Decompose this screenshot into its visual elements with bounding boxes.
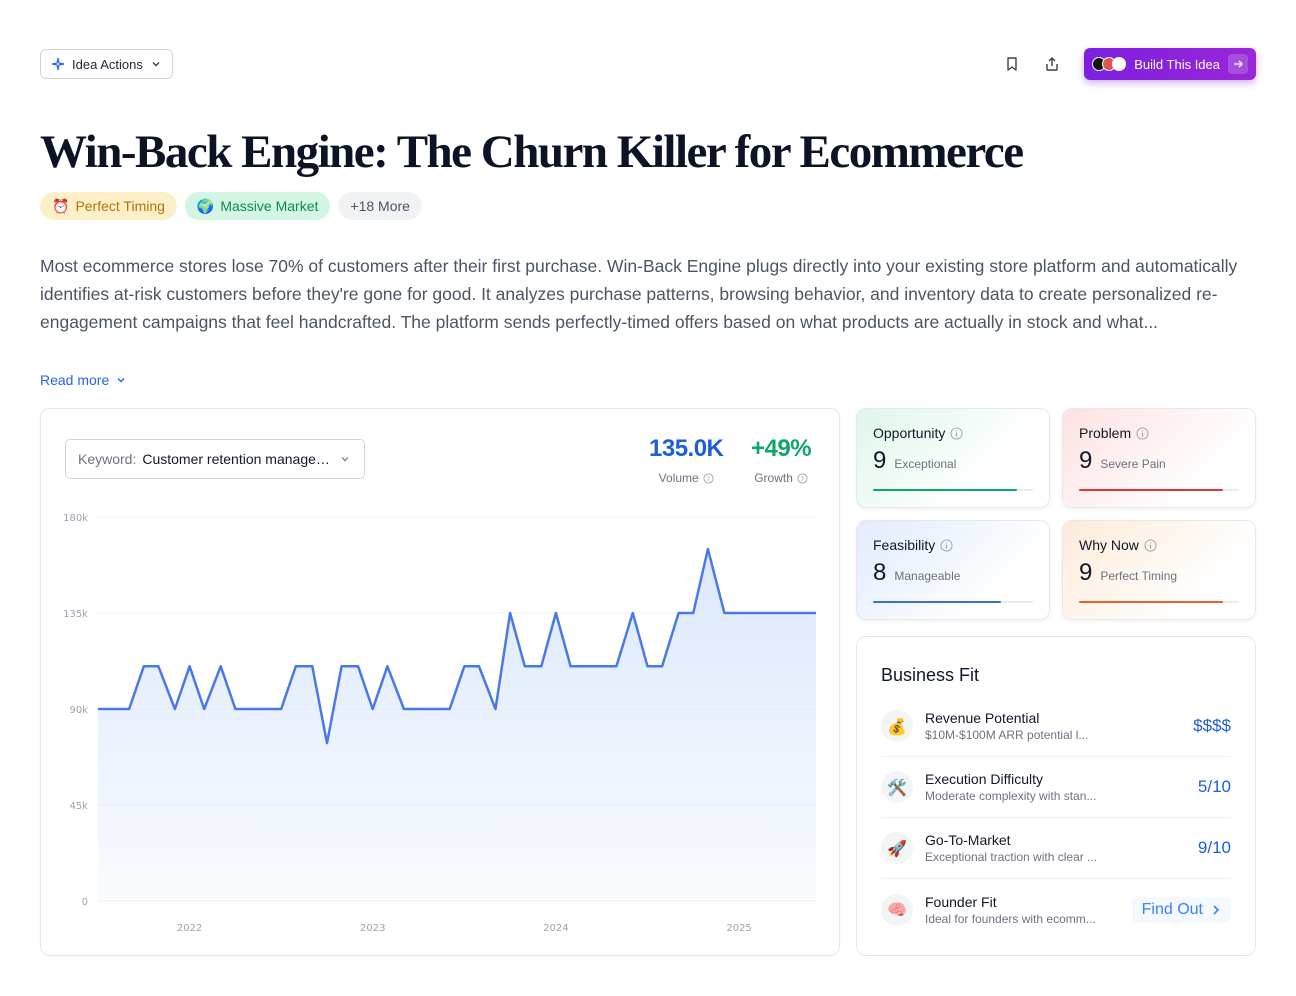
score-bar xyxy=(1079,489,1239,491)
fit-row-revenue-potential[interactable]: 💰 Revenue Potential $10M-$100M ARR potent… xyxy=(881,696,1231,757)
idea-actions-button[interactable]: Idea Actions xyxy=(40,49,173,79)
score-bar xyxy=(1079,601,1239,603)
alarm-clock-icon: ⏰ xyxy=(52,197,70,214)
y-tick-label: 0 xyxy=(82,897,88,908)
arrow-right-icon xyxy=(1228,54,1248,74)
score-card-opportunity[interactable]: Opportunity 9 Exceptional xyxy=(856,408,1050,508)
tag-label: Perfect Timing xyxy=(75,198,165,214)
trend-chart-card: Keyword: Customer retention management 1… xyxy=(40,408,840,956)
chevron-down-icon xyxy=(117,378,125,383)
fit-name: Founder Fit xyxy=(925,893,997,910)
score-bar-fill xyxy=(1079,601,1223,603)
y-tick-label: 45k xyxy=(69,801,88,812)
score-value: 9 xyxy=(1079,559,1093,586)
score-label: Why Now xyxy=(1079,537,1139,553)
tag-list: ⏰ Perfect Timing 🌍 Massive Market +18 Mo… xyxy=(40,192,422,220)
fit-row-execution-difficulty[interactable]: 🛠️ Execution Difficulty Moderate complexi… xyxy=(881,757,1231,818)
money-bag-icon: 💰 xyxy=(881,710,913,742)
read-more-label: Read more xyxy=(40,372,110,388)
fit-name: Execution Difficulty xyxy=(925,771,1044,787)
score-card-problem[interactable]: Problem 9 Severe Pain xyxy=(1062,408,1256,508)
fit-row-go-to-market[interactable]: 🚀 Go-To-Market Exceptional traction with … xyxy=(881,818,1231,879)
avatar xyxy=(1112,57,1127,71)
sparkle-icon xyxy=(51,57,65,71)
score-bar-fill xyxy=(1079,489,1223,491)
series-area xyxy=(98,549,816,901)
fit-name: Revenue Potential xyxy=(925,710,1040,726)
read-more-link[interactable]: Read more xyxy=(40,372,127,388)
fit-name: Go-To-Market xyxy=(925,832,1011,848)
chevron-right-icon xyxy=(1213,904,1220,915)
fit-desc: Exceptional traction with clear ... xyxy=(925,850,1098,864)
page-title: Win-Back Engine: The Churn Killer for Ec… xyxy=(40,126,1024,178)
tag-label: Massive Market xyxy=(220,198,319,214)
score-card-why-now[interactable]: Why Now 9 Perfect Timing xyxy=(1062,520,1256,620)
share-button[interactable] xyxy=(1036,48,1068,80)
build-this-idea-button[interactable]: Build This Idea xyxy=(1084,48,1256,80)
score-card-feasibility[interactable]: Feasibility 8 Manageable xyxy=(856,520,1050,620)
score-label: Feasibility xyxy=(873,537,936,553)
info-icon[interactable] xyxy=(1136,426,1149,440)
score-bar-fill xyxy=(873,601,1001,603)
fit-desc: Moderate complexity with stan... xyxy=(925,789,1097,803)
info-icon[interactable] xyxy=(940,538,953,552)
business-fit-card: Business Fit 💰 Revenue Potential $10M-$10… xyxy=(856,636,1256,956)
fit-row-founder-fit[interactable]: 🧠 Founder Fit Ideal for founders with eco… xyxy=(881,879,1231,940)
info-icon[interactable] xyxy=(1144,538,1157,552)
chevron-down-icon xyxy=(152,62,160,67)
score-bar-fill xyxy=(873,489,1017,491)
fit-value: 9/10 xyxy=(1197,838,1231,857)
tag-massive-market[interactable]: 🌍 Massive Market xyxy=(184,192,331,220)
business-fit-title: Business Fit xyxy=(881,665,980,685)
y-tick-label: 135k xyxy=(63,609,88,620)
score-value: 9 xyxy=(1079,447,1093,474)
find-out-link[interactable]: Find Out xyxy=(1131,896,1231,923)
build-label: Build This Idea xyxy=(1134,56,1220,72)
x-tick-label: 2024 xyxy=(543,923,568,934)
score-rating: Exceptional xyxy=(894,457,957,471)
y-tick-label: 180k xyxy=(63,513,88,524)
builder-avatars xyxy=(1092,57,1127,71)
share-icon xyxy=(1046,57,1058,71)
y-tick-label: 90k xyxy=(69,705,88,716)
tag-perfect-timing[interactable]: ⏰ Perfect Timing xyxy=(40,192,177,220)
idea-actions-label: Idea Actions xyxy=(72,56,143,72)
tag-label: +18 More xyxy=(350,198,410,214)
score-bar xyxy=(873,601,1033,603)
tools-icon: 🛠️ xyxy=(881,771,913,803)
info-icon[interactable] xyxy=(950,426,963,440)
fit-value: $$$$ xyxy=(1193,716,1231,735)
rocket-icon: 🚀 xyxy=(881,832,913,864)
x-tick-label: 2022 xyxy=(177,923,202,934)
bookmark-button[interactable] xyxy=(996,48,1028,80)
x-tick-label: 2023 xyxy=(360,923,385,934)
idea-description: Most ecommerce stores lose 70% of custom… xyxy=(40,256,1238,332)
score-rating: Severe Pain xyxy=(1100,457,1166,471)
search-volume-chart: 0 45k 90k 135k 180k 2022 2023 2024 2025 xyxy=(63,513,817,934)
score-rating: Perfect Timing xyxy=(1100,569,1178,583)
fit-desc: $10M-$100M ARR potential l... xyxy=(925,728,1089,742)
score-value: 8 xyxy=(873,559,887,586)
score-rating: Manageable xyxy=(894,569,961,583)
score-value: 9 xyxy=(873,447,887,474)
score-label: Problem xyxy=(1079,425,1132,441)
find-out-label: Find Out xyxy=(1141,900,1203,918)
score-bar xyxy=(873,489,1033,491)
bookmark-icon xyxy=(1007,57,1017,71)
brain-icon: 🧠 xyxy=(881,893,913,926)
fit-desc: Ideal for founders with ecomm... xyxy=(925,911,1096,926)
fit-value: 5/10 xyxy=(1197,777,1231,796)
top-bar: Idea Actions Build This Idea xyxy=(40,48,1256,80)
x-tick-label: 2025 xyxy=(726,923,751,934)
score-label: Opportunity xyxy=(873,425,946,441)
globe-icon: 🌍 xyxy=(196,197,215,214)
tag-more-button[interactable]: +18 More xyxy=(338,192,422,220)
